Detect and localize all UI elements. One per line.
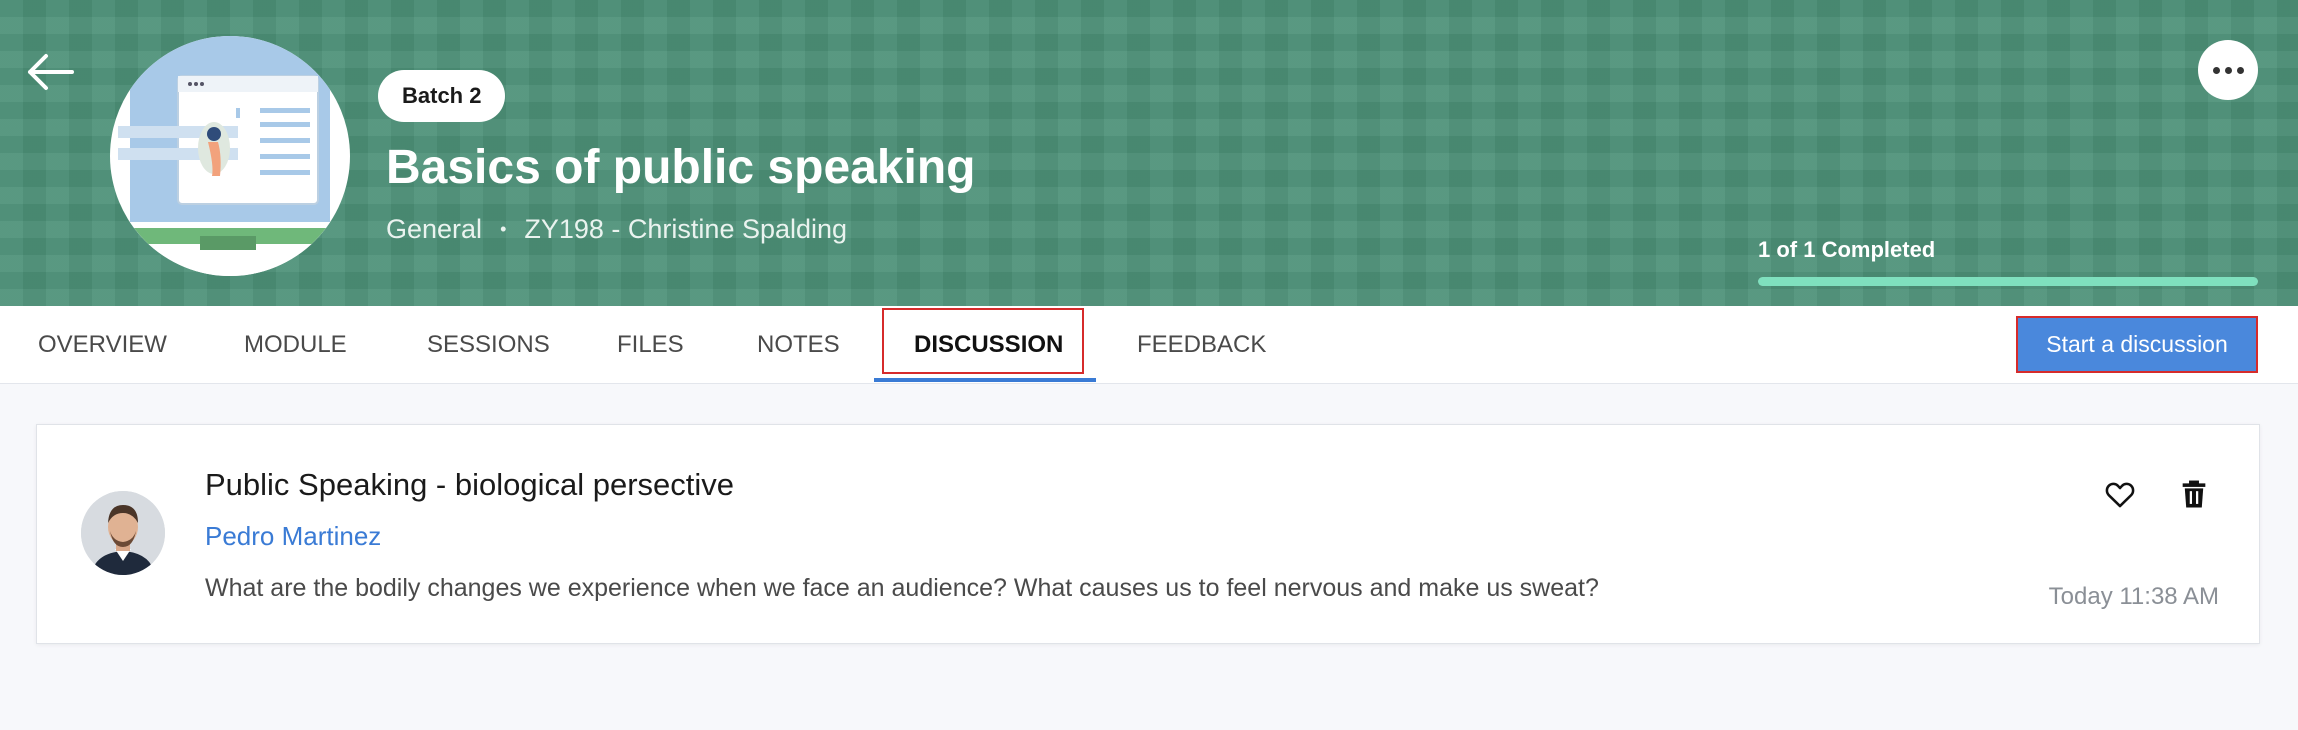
heart-icon xyxy=(2105,482,2135,508)
tab-notes[interactable]: NOTES xyxy=(757,306,840,384)
discussion-card[interactable]: Public Speaking - biological persective … xyxy=(36,424,2260,644)
tab-overview[interactable]: OVERVIEW xyxy=(38,306,167,384)
user-photo xyxy=(81,491,165,575)
discussion-body: What are the bodily changes we experienc… xyxy=(205,574,1599,602)
start-discussion-button[interactable]: Start a discussion xyxy=(2016,316,2258,373)
trash-icon xyxy=(2182,480,2206,508)
progress-bar-fill xyxy=(1758,277,2258,286)
avatar xyxy=(81,491,165,575)
more-horizontal-icon xyxy=(2212,66,2220,74)
course-category: General xyxy=(386,214,483,244)
arrow-left-icon xyxy=(28,54,74,90)
tab-active-indicator xyxy=(874,378,1096,382)
batch-badge: Batch 2 xyxy=(378,70,506,122)
tab-sessions[interactable]: SESSIONS xyxy=(427,306,550,384)
meta-separator: • xyxy=(500,219,507,239)
tab-files[interactable]: FILES xyxy=(617,306,684,384)
course-logo xyxy=(110,36,350,276)
progress-bar xyxy=(1758,277,2258,286)
tab-module[interactable]: MODULE xyxy=(244,306,347,384)
discussion-timestamp: Today 11:38 AM xyxy=(2048,583,2219,610)
course-meta: General • ZY198 - Christine Spalding xyxy=(386,212,847,246)
progress-text: 1 of 1 Completed xyxy=(1758,237,1936,262)
discussion-author-link[interactable]: Pedro Martinez xyxy=(205,519,381,553)
back-button[interactable] xyxy=(26,52,78,92)
delete-button[interactable] xyxy=(2177,477,2211,511)
tab-discussion[interactable]: DISCUSSION xyxy=(914,306,1063,384)
course-banner: Batch 2 Basics of public speaking Genera… xyxy=(0,0,2298,306)
tab-bar: OVERVIEW MODULE SESSIONS FILES NOTES DIS… xyxy=(0,306,2298,384)
discussion-title[interactable]: Public Speaking - biological persective xyxy=(205,465,734,505)
course-code-instructor: ZY198 - Christine Spalding xyxy=(524,214,848,244)
tab-feedback[interactable]: FEEDBACK xyxy=(1137,306,1266,384)
course-illustration xyxy=(110,36,350,276)
more-options-button[interactable] xyxy=(2198,40,2258,100)
course-title: Basics of public speaking xyxy=(386,141,976,194)
like-button[interactable] xyxy=(2103,477,2137,511)
